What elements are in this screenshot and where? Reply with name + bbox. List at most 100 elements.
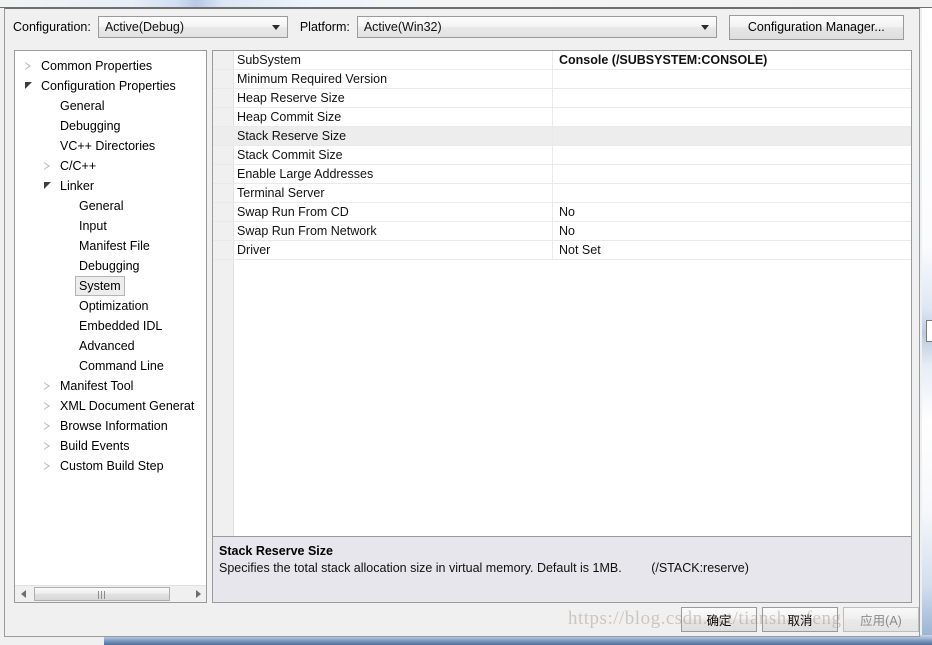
configuration-manager-button[interactable]: Configuration Manager... xyxy=(728,14,904,40)
configuration-dropdown-value: Active(Debug) xyxy=(104,20,185,34)
tree-expander-closed-icon[interactable] xyxy=(25,62,31,70)
property-row[interactable]: Minimum Required Version xyxy=(213,70,911,89)
property-row[interactable]: SubSystem Console (/SUBSYSTEM:CONSOLE) xyxy=(213,51,911,70)
property-pages-dialog: Configuration: Active(Debug) Platform: A… xyxy=(4,8,920,637)
tree-item-label: Build Events xyxy=(60,439,130,453)
property-value[interactable]: Console (/SUBSYSTEM:CONSOLE) xyxy=(552,51,911,69)
cancel-button-label: 取消 xyxy=(787,614,813,628)
property-row[interactable]: Stack Commit Size xyxy=(213,146,911,165)
property-panel: SubSystem Console (/SUBSYSTEM:CONSOLE) Min… xyxy=(212,50,912,603)
property-name: Heap Commit Size xyxy=(237,110,342,124)
property-value[interactable]: Not Set xyxy=(552,241,911,259)
grip-icon xyxy=(98,590,106,599)
tree-item-vc-directories[interactable]: VC++ Directories xyxy=(15,136,206,156)
tree-item-configuration-properties[interactable]: Configuration Properties xyxy=(15,76,206,96)
description-body-text: Specifies the total stack allocation siz… xyxy=(219,561,622,575)
tree-item-label: Command Line xyxy=(79,359,164,373)
tree-item-label: Configuration Properties xyxy=(41,79,176,93)
scroll-left-arrow-icon[interactable] xyxy=(15,585,32,602)
tree-expander-closed-icon[interactable] xyxy=(44,382,50,390)
tree-expander-closed-icon[interactable] xyxy=(44,402,50,410)
tree-item-command-line[interactable]: Command Line xyxy=(15,356,206,376)
platform-dropdown-value: Active(Win32) xyxy=(363,20,442,34)
tree-item-manifest-tool[interactable]: Manifest Tool xyxy=(15,376,206,396)
ok-button-label: 确定 xyxy=(706,614,732,628)
property-grid[interactable]: SubSystem Console (/SUBSYSTEM:CONSOLE) Min… xyxy=(213,51,911,536)
property-name: Stack Reserve Size xyxy=(213,127,552,145)
property-value[interactable] xyxy=(552,70,911,88)
property-row[interactable]: Stack Reserve Size xyxy=(213,127,911,146)
configuration-manager-button-label: Configuration Manager... xyxy=(747,20,885,34)
property-row[interactable]: Swap Run From Network No xyxy=(213,222,911,241)
tree-item-label: Common Properties xyxy=(41,59,153,73)
tree-item-label: Manifest File xyxy=(79,239,150,253)
description-switch: (/STACK:reserve) xyxy=(651,561,749,575)
property-value[interactable] xyxy=(552,127,911,145)
property-name: Enable Large Addresses xyxy=(237,167,374,181)
tree-item-label: General xyxy=(60,99,105,113)
tree-item-debugging[interactable]: Debugging xyxy=(15,256,206,276)
property-value[interactable] xyxy=(552,184,911,202)
description-pane: Stack Reserve Size Specifies the total s… xyxy=(213,536,911,602)
tree-item-manifest-file[interactable]: Manifest File xyxy=(15,236,206,256)
platform-dropdown[interactable]: Active(Win32) xyxy=(356,16,717,38)
property-row[interactable]: Swap Run From CD No xyxy=(213,203,911,222)
scrollbar-track[interactable] xyxy=(32,585,189,602)
platform-label: Platform: xyxy=(299,20,350,34)
property-value[interactable] xyxy=(552,165,911,183)
property-value[interactable] xyxy=(552,89,911,107)
chevron-down-icon xyxy=(271,25,280,30)
tree-expander-open-icon[interactable] xyxy=(44,182,51,189)
tree-item-custom-build-step[interactable]: Custom Build Step xyxy=(15,456,206,476)
tree-item-browse-information[interactable]: Browse Information xyxy=(15,416,206,436)
tree-item-label: C/C++ xyxy=(60,159,97,173)
tree-item-label: Input xyxy=(79,219,107,233)
property-name: Minimum Required Version xyxy=(237,72,388,86)
property-value[interactable] xyxy=(552,146,911,164)
tree-expander-closed-icon[interactable] xyxy=(44,442,50,450)
property-row[interactable]: Heap Commit Size xyxy=(213,108,911,127)
desktop-top-strip xyxy=(0,0,932,7)
tree-item-xml-document-generat[interactable]: XML Document Generat xyxy=(15,396,206,416)
property-name: Terminal Server xyxy=(237,186,325,200)
tree-item-linker[interactable]: Linker xyxy=(15,176,206,196)
tree-item-optimization[interactable]: Optimization xyxy=(15,296,206,316)
tree-item-label: Advanced xyxy=(79,339,135,353)
properties-tree[interactable]: Common Properties Configuration Propertie… xyxy=(15,51,206,476)
tree-item-label: Linker xyxy=(60,179,95,193)
tree-item-general[interactable]: General xyxy=(15,196,206,216)
configuration-dropdown[interactable]: Active(Debug) xyxy=(97,16,288,38)
tree-item-advanced[interactable]: Advanced xyxy=(15,336,206,356)
property-value[interactable]: No xyxy=(552,222,911,240)
tree-item-general[interactable]: General xyxy=(15,96,206,116)
property-value[interactable]: No xyxy=(552,203,911,221)
dialog-footer: 确定 取消 应用(A) xyxy=(5,603,919,636)
scrollbar-thumb[interactable] xyxy=(34,586,170,601)
property-row[interactable]: Driver Not Set xyxy=(213,241,911,260)
apply-button[interactable]: 应用(A) xyxy=(843,607,919,632)
tree-item-label: XML Document Generat xyxy=(60,399,195,413)
tree-item-common-properties[interactable]: Common Properties xyxy=(15,56,206,76)
tree-item-build-events[interactable]: Build Events xyxy=(15,436,206,456)
configuration-label: Configuration: xyxy=(13,20,91,34)
property-value[interactable] xyxy=(552,108,911,126)
property-row[interactable]: Heap Reserve Size xyxy=(213,89,911,108)
property-row[interactable]: Enable Large Addresses xyxy=(213,165,911,184)
property-row[interactable]: Terminal Server xyxy=(213,184,911,203)
ok-button[interactable]: 确定 xyxy=(681,607,757,632)
desktop-right-tab xyxy=(926,320,932,342)
tree-item-debugging[interactable]: Debugging xyxy=(15,116,206,136)
tree-item-system[interactable]: System xyxy=(15,276,206,296)
property-grid-rows: SubSystem Console (/SUBSYSTEM:CONSOLE) Min… xyxy=(213,51,911,260)
tree-expander-closed-icon[interactable] xyxy=(44,422,50,430)
cancel-button[interactable]: 取消 xyxy=(762,607,838,632)
configuration-toolbar: Configuration: Active(Debug) Platform: A… xyxy=(5,9,919,45)
tree-item-embedded-idl[interactable]: Embedded IDL xyxy=(15,316,206,336)
tree-item-c-c[interactable]: C/C++ xyxy=(15,156,206,176)
tree-expander-open-icon[interactable] xyxy=(25,82,32,89)
tree-expander-closed-icon[interactable] xyxy=(44,162,50,170)
tree-item-input[interactable]: Input xyxy=(15,216,206,236)
tree-expander-closed-icon[interactable] xyxy=(44,462,50,470)
tree-horizontal-scrollbar[interactable] xyxy=(15,585,206,602)
scroll-right-arrow-icon[interactable] xyxy=(189,585,206,602)
